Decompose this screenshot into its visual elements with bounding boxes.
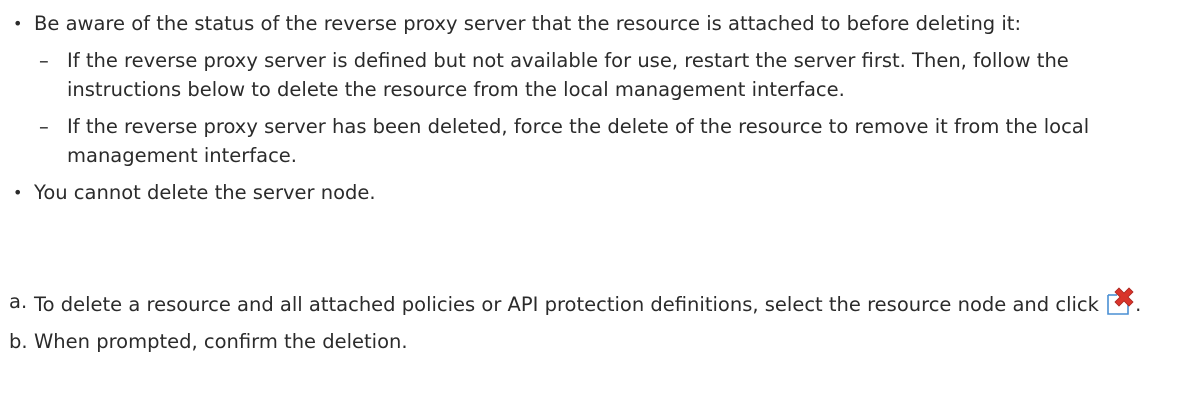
bullet-text-proxy-status: Be aware of the status of the reverse pr… [34,12,1022,35]
step-b: b. When prompted, confirm the deletion. [9,327,1189,356]
delete-resource-icon[interactable] [1105,287,1135,317]
step-a: a. To delete a resource and all attached… [9,287,1189,319]
step-marker: b. [9,330,28,353]
step-a-trailing: . [1135,293,1142,316]
notes-bullet-list: Be aware of the status of the reverse pr… [9,9,1189,215]
step-marker: a. [9,290,28,313]
help-document: Be aware of the status of the reverse pr… [0,0,1204,410]
procedure-steps: a. To delete a resource and all attached… [9,287,1189,364]
bullet-item-server-node: You cannot delete the server node. [9,178,1189,207]
step-b-text: When prompted, confirm the deletion. [34,330,408,353]
sub-item-server-deleted: If the reverse proxy server has been del… [34,112,1189,170]
bullet-text-server-node: You cannot delete the server node. [34,181,376,204]
step-a-text: To delete a resource and all attached po… [34,293,1099,316]
proxy-status-sub-list: If the reverse proxy server is defined b… [34,46,1189,170]
sub-item-not-available: If the reverse proxy server is defined b… [34,46,1189,104]
bullet-item-proxy-status: Be aware of the status of the reverse pr… [9,9,1189,170]
